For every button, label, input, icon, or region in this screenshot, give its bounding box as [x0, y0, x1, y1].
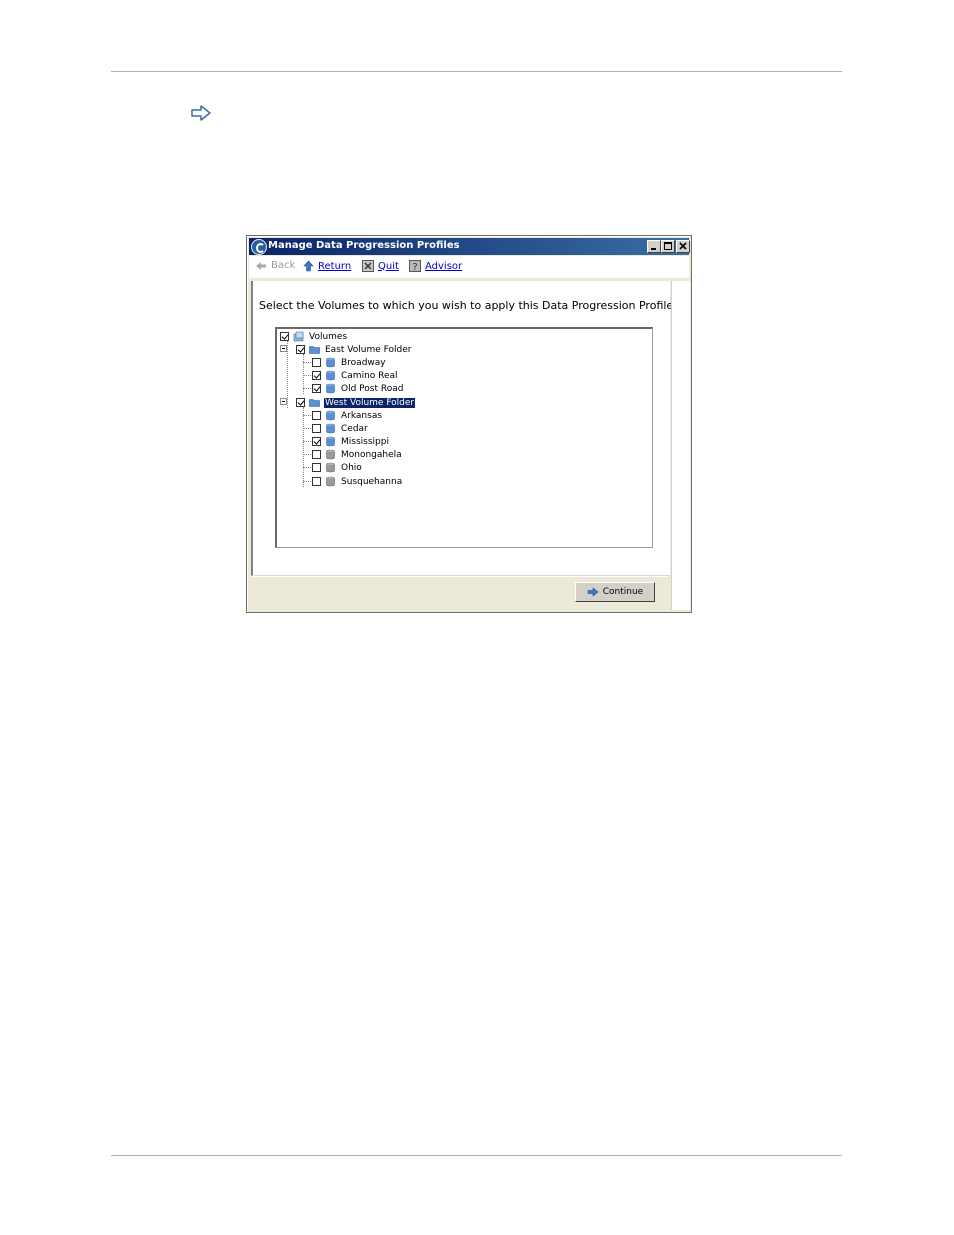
- collapse-toggle-east[interactable]: [280, 345, 287, 352]
- tree-connector: [303, 481, 311, 482]
- volume-checkbox[interactable]: [312, 358, 321, 367]
- volume-disk-gray-icon: [326, 462, 335, 473]
- tree-connector: [303, 407, 304, 487]
- tree-node-volume[interactable]: Susquehanna: [312, 475, 403, 488]
- volume-label: Camino Real: [341, 370, 398, 381]
- volume-checkbox[interactable]: [312, 411, 321, 420]
- volume-disk-icon: [326, 357, 335, 368]
- volume-checkbox[interactable]: [312, 450, 321, 459]
- tree-node-volume[interactable]: Cedar: [312, 422, 369, 435]
- content-panel: Select the Volumes to which you wish to …: [251, 281, 677, 576]
- volume-checkbox[interactable]: [312, 437, 321, 446]
- volume-disk-icon: [326, 370, 335, 381]
- volume-checkbox[interactable]: [312, 463, 321, 472]
- step-arrow-icon: [191, 105, 211, 121]
- east-folder-checkbox[interactable]: [296, 345, 305, 354]
- volume-disk-gray-icon: [326, 476, 335, 487]
- volume-checkbox[interactable]: [312, 424, 321, 433]
- dialog-window: Manage Data Progression Profiles Back Re…: [246, 235, 692, 613]
- volume-label: Cedar: [341, 423, 368, 434]
- tree-connector: [303, 454, 311, 455]
- east-folder-label: East Volume Folder: [325, 344, 412, 355]
- tree-connector: [303, 467, 311, 468]
- volume-label: Susquehanna: [341, 476, 403, 487]
- help-icon: ?: [409, 260, 421, 272]
- header-rule: [111, 71, 842, 72]
- minimize-button[interactable]: [647, 240, 661, 253]
- quit-label: Quit: [378, 260, 399, 272]
- footer-divider: [251, 576, 668, 577]
- tree-node-volume[interactable]: Broadway: [312, 356, 387, 369]
- folder-icon: [309, 346, 320, 354]
- quit-icon: [362, 260, 374, 272]
- volume-checkbox[interactable]: [312, 384, 321, 393]
- volume-disk-icon: [326, 423, 335, 434]
- tree-node-east-folder[interactable]: East Volume Folder: [296, 343, 412, 356]
- tree-node-volumes[interactable]: Volumes: [280, 330, 348, 343]
- tree-node-volume[interactable]: Camino Real: [312, 369, 399, 382]
- dialog-footer: Continue: [251, 576, 668, 610]
- close-button[interactable]: [676, 240, 690, 253]
- volume-label: Ohio: [341, 462, 362, 473]
- title-bar[interactable]: Manage Data Progression Profiles: [249, 238, 690, 255]
- back-arrow-icon: [256, 261, 266, 270]
- volume-disk-icon: [326, 436, 335, 447]
- volume-label: Broadway: [341, 357, 386, 368]
- continue-label: Continue: [602, 587, 644, 597]
- volume-label: Mississippi: [341, 436, 389, 447]
- footer-rule: [111, 1155, 842, 1156]
- advisor-button[interactable]: ? Advisor: [409, 260, 462, 272]
- volume-checkbox[interactable]: [312, 371, 321, 380]
- right-arrow-icon: [587, 587, 599, 597]
- tree-connector: [287, 341, 288, 408]
- tree-connector: [303, 441, 311, 442]
- back-label: Back: [271, 260, 296, 271]
- close-icon: [679, 242, 687, 250]
- tree-connector: [303, 428, 311, 429]
- back-button[interactable]: Back: [255, 260, 295, 271]
- tree-node-volume[interactable]: Ohio: [312, 461, 363, 474]
- west-folder-checkbox[interactable]: [296, 398, 305, 407]
- up-arrow-icon: [303, 260, 314, 272]
- tree-connector: [303, 415, 311, 416]
- volume-disk-gray-icon: [326, 449, 335, 460]
- tree-connector: [303, 375, 311, 376]
- advisor-label: Advisor: [425, 260, 463, 272]
- folder-icon: [309, 399, 320, 407]
- tree-node-west-folder[interactable]: West Volume Folder: [296, 396, 416, 409]
- volumes-checkbox[interactable]: [280, 332, 289, 341]
- toolbar: Back Return Quit ? Advisor: [249, 256, 689, 278]
- tree-node-volume[interactable]: Old Post Road: [312, 382, 404, 395]
- tree-connector: [303, 362, 311, 363]
- tree-connector: [303, 388, 311, 389]
- volume-checkbox[interactable]: [312, 477, 321, 486]
- return-button[interactable]: Return: [303, 260, 351, 272]
- volume-label: Monongahela: [341, 449, 402, 460]
- window-title: Manage Data Progression Profiles: [268, 240, 460, 251]
- collapse-toggle-west[interactable]: [280, 398, 287, 405]
- volumes-group-icon: [293, 331, 304, 342]
- tree-node-volume[interactable]: Mississippi: [312, 435, 390, 448]
- svg-text:?: ?: [412, 262, 417, 272]
- volume-disk-icon: [326, 383, 335, 394]
- continue-button[interactable]: Continue: [575, 582, 655, 602]
- right-margin: [671, 281, 690, 610]
- volume-label: Arkansas: [341, 410, 383, 421]
- quit-button[interactable]: Quit: [362, 260, 399, 272]
- volume-disk-icon: [326, 410, 335, 421]
- tree-node-volume[interactable]: Arkansas: [312, 409, 383, 422]
- return-label: Return: [318, 260, 352, 272]
- west-folder-label: West Volume Folder: [324, 397, 416, 408]
- volumes-label: Volumes: [309, 331, 348, 342]
- tree-node-volume[interactable]: Monongahela: [312, 448, 403, 461]
- instruction-text: Select the Volumes to which you wish to …: [259, 299, 677, 312]
- maximize-button[interactable]: [661, 240, 675, 253]
- volume-tree[interactable]: Volumes East Volume Folder Broadway Cami…: [275, 327, 653, 548]
- volume-label: Old Post Road: [341, 383, 404, 394]
- app-logo-icon: [251, 239, 267, 255]
